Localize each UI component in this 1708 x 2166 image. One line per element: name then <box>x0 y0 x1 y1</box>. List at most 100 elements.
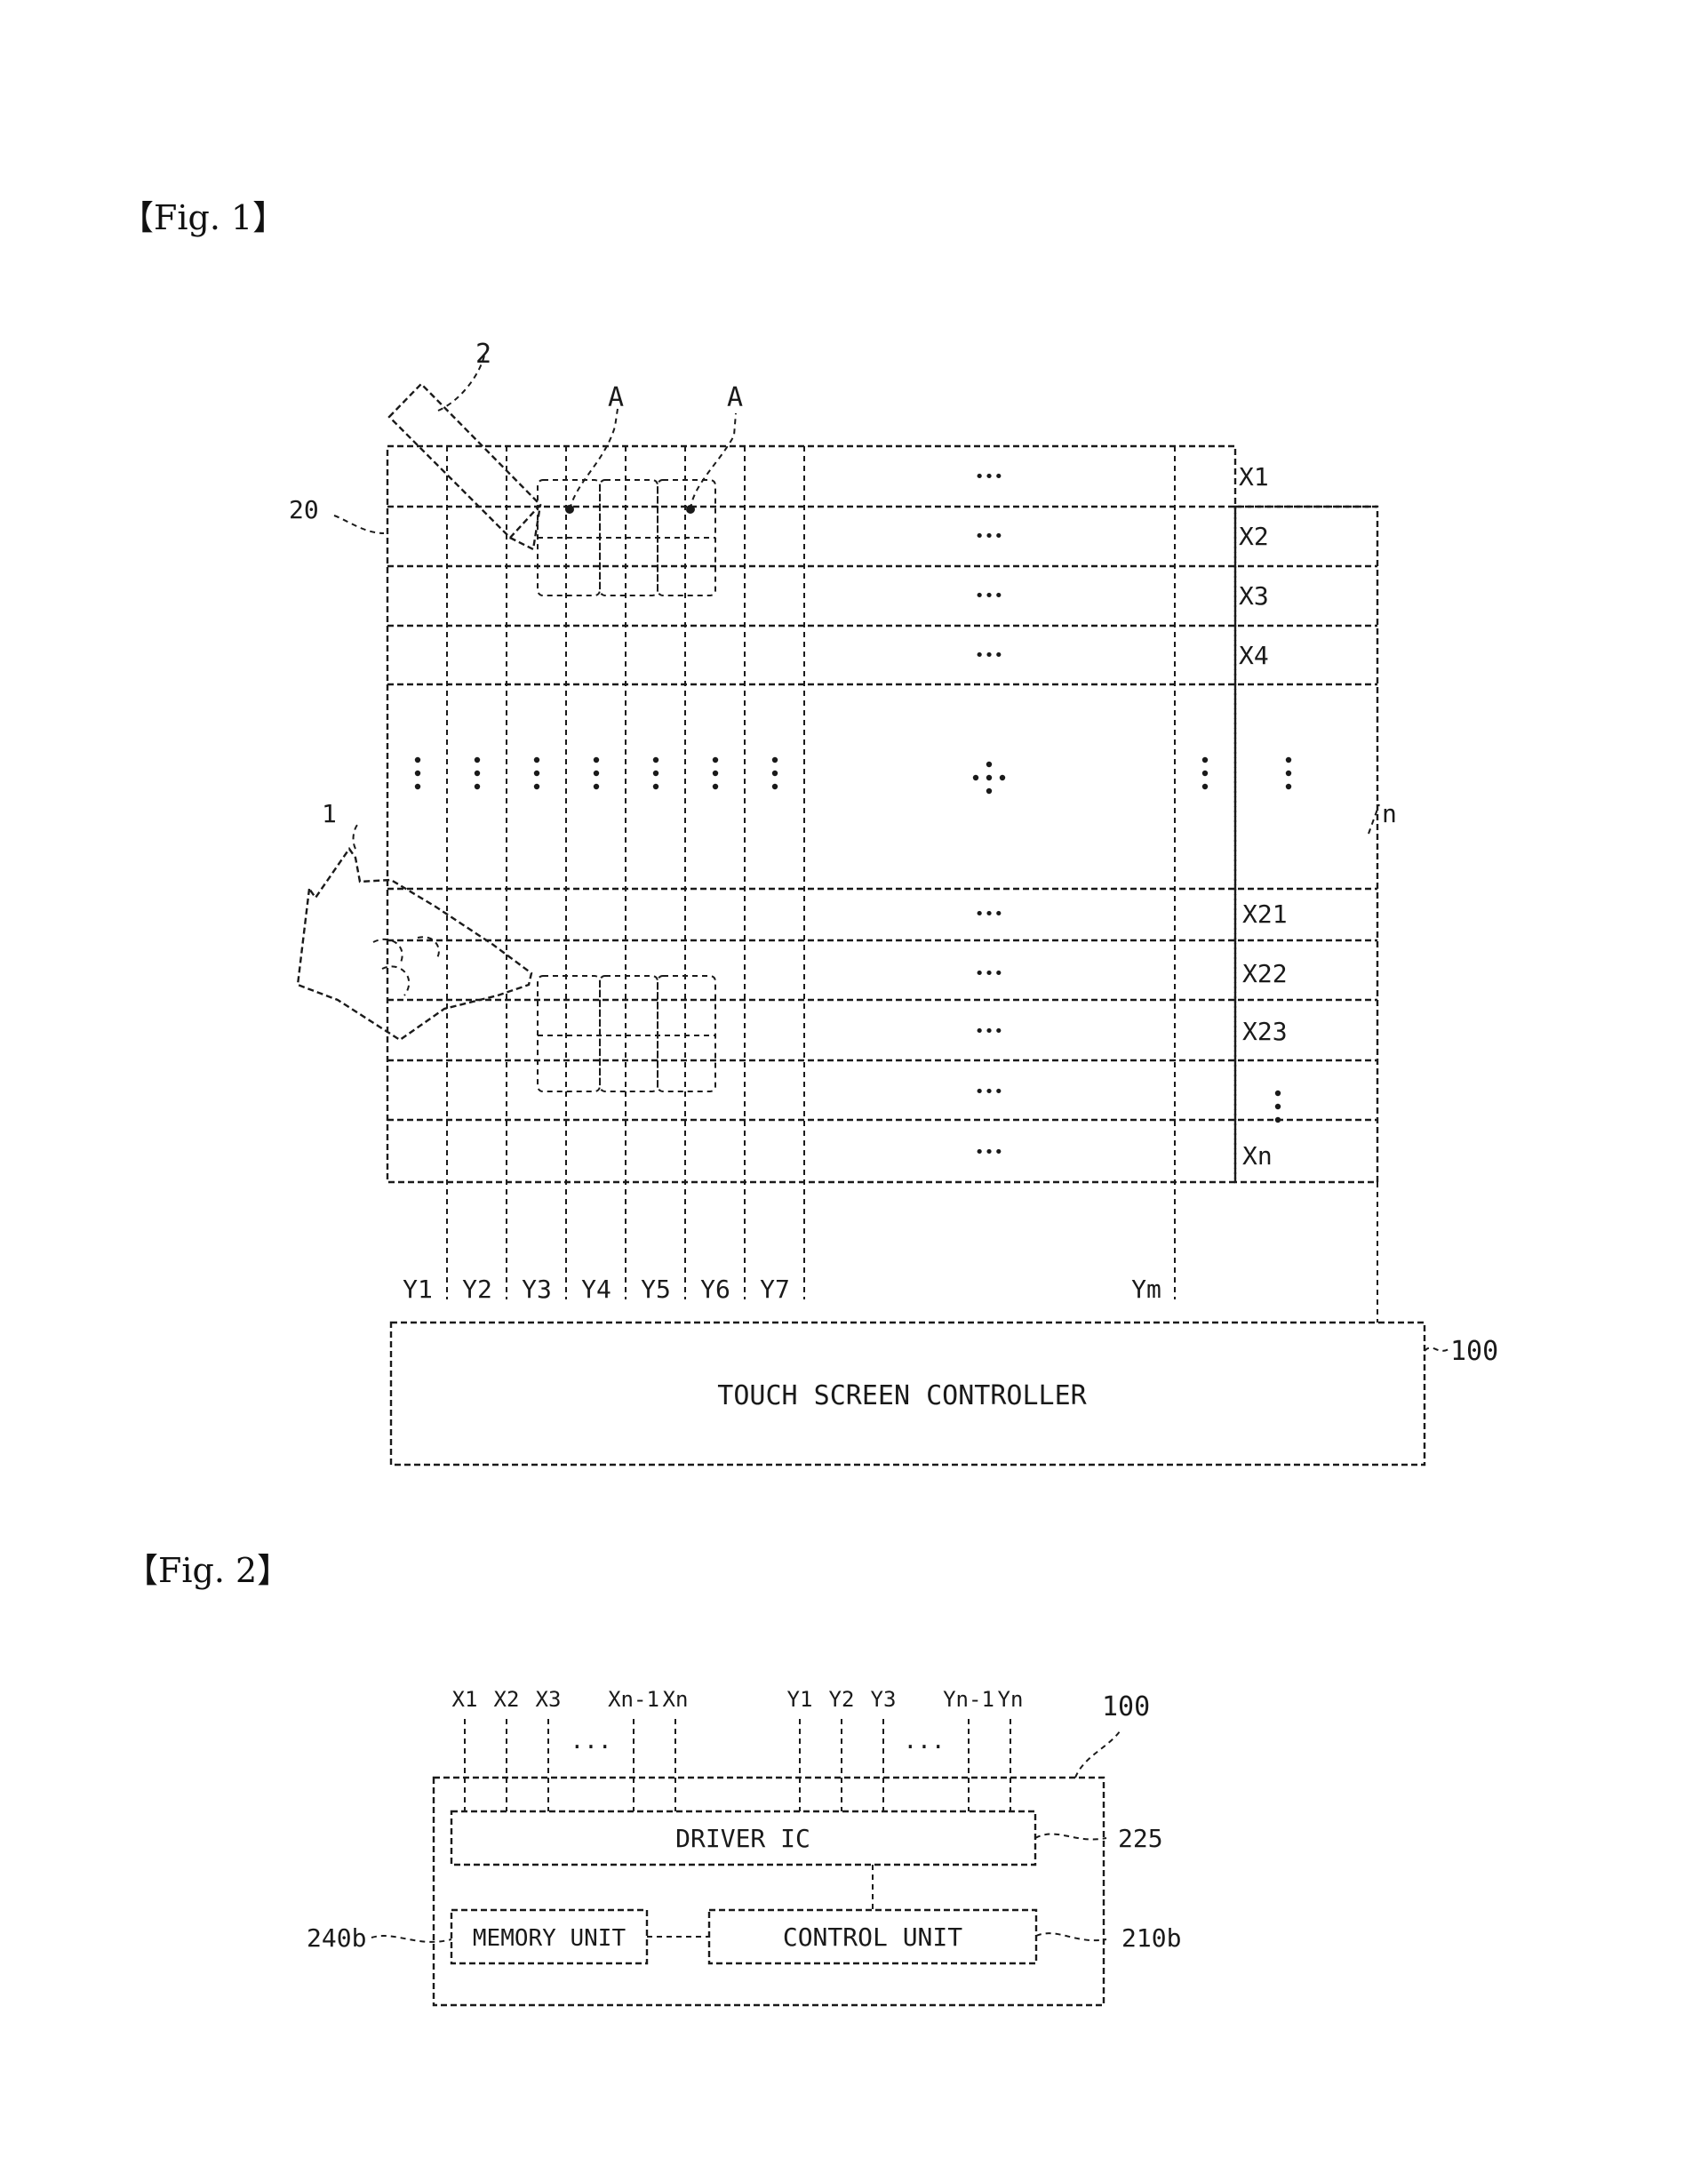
panel-ref: 20 <box>289 495 319 524</box>
y-line-label: Y6 <box>700 1275 730 1304</box>
sensing-zone <box>537 975 601 1092</box>
x-input-label: Xn <box>663 1687 689 1712</box>
ellipsis-dot <box>1201 783 1209 790</box>
ellipsis-dot <box>474 756 481 763</box>
control-unit-label: CONTROL UNIT <box>783 1922 962 1952</box>
input-ellipsis: ... <box>904 1728 946 1754</box>
x-line-label: X1 <box>1239 462 1269 492</box>
ellipsis-dot <box>652 756 659 763</box>
x-input-label: X2 <box>494 1687 520 1712</box>
sensing-zone <box>657 975 716 1092</box>
x-line-label: X3 <box>1239 581 1269 611</box>
ellipsis-h: ••• <box>975 1083 1004 1101</box>
ellipsis-dot <box>972 774 979 781</box>
ellipsis-dot <box>474 770 481 777</box>
ellipsis-h: ••• <box>975 964 1004 983</box>
ellipsis-dot <box>533 770 540 777</box>
ellipsis-dot <box>1201 756 1209 763</box>
y-input-label: Y2 <box>829 1687 855 1712</box>
ellipsis-dot <box>414 756 421 763</box>
ellipsis-dot <box>712 783 719 790</box>
input-ellipsis: ... <box>571 1728 612 1754</box>
y-input-label: Y1 <box>787 1687 813 1712</box>
y-line-label: Y4 <box>581 1275 611 1304</box>
fig2-title: 【Fig. 2】 <box>124 1551 291 1590</box>
ellipsis-dot <box>1274 1090 1281 1097</box>
y-line-label: Y3 <box>522 1275 552 1304</box>
finger-icon: 1 <box>296 799 533 1042</box>
memory-unit-ref: 240b <box>307 1923 366 1953</box>
touch-point-a1 <box>565 505 574 514</box>
y-input-label: Y3 <box>871 1687 897 1712</box>
x-input-label: Xn-1 <box>608 1687 659 1712</box>
x-line-label: X2 <box>1239 522 1269 551</box>
ellipsis-dot <box>533 756 540 763</box>
ellipsis-dot <box>652 783 659 790</box>
driver-ic-ref: 225 <box>1118 1824 1163 1853</box>
y-line-label: Y5 <box>641 1275 671 1304</box>
touch-point-a2 <box>686 505 695 514</box>
ellipsis-dot <box>986 774 993 781</box>
ellipsis-dot <box>771 756 778 763</box>
ellipsis-dot <box>533 783 540 790</box>
ellipsis-dot <box>474 783 481 790</box>
ellipsis-dot <box>593 770 600 777</box>
stylus-ref: 2 <box>475 339 491 370</box>
sensing-zone <box>599 975 658 1092</box>
x-input-label: X1 <box>452 1687 478 1712</box>
ellipsis-h: ••• <box>975 905 1004 923</box>
n-ref: n <box>1382 799 1397 828</box>
ellipsis-h: ••• <box>975 1022 1004 1041</box>
ellipsis-dot <box>593 756 600 763</box>
ellipsis-h: ••• <box>975 1143 1004 1162</box>
ellipsis-h: ••• <box>975 468 1004 486</box>
ellipsis-dot <box>1201 770 1209 777</box>
ellipsis-dot <box>712 756 719 763</box>
ellipsis-dot <box>593 783 600 790</box>
finger-ref: 1 <box>322 799 337 828</box>
ellipsis-dot <box>999 774 1006 781</box>
touch-point-markers: A A <box>565 382 743 514</box>
fig1-title: 【Fig. 1】 <box>120 198 286 237</box>
point-label-a1: A <box>608 382 624 413</box>
ellipsis-dot <box>771 770 778 777</box>
stylus-icon: 2 <box>387 339 542 551</box>
ellipsis-h: ••• <box>975 587 1004 605</box>
x-line-label: X22 <box>1242 959 1288 988</box>
control-unit-ref: 210b <box>1121 1923 1181 1953</box>
touch-panel-outline <box>386 444 1237 1184</box>
y-line-label: Ym <box>1131 1275 1161 1304</box>
ellipsis-dot <box>1285 756 1292 763</box>
fig1-grid: X1 X2 X3 X4 X21 X22 X23 Xn Y1 Y2 Y3 Y4 Y5 Y6 Y7 Ym ••• ••… <box>386 444 1379 1323</box>
controller-label: TOUCH SCREEN CONTROLLER <box>717 1380 1087 1411</box>
x-line-label: X23 <box>1242 1017 1288 1046</box>
memory-unit-label: MEMORY UNIT <box>473 1925 627 1952</box>
y-input-label: Yn-1 <box>943 1687 994 1712</box>
ellipsis-dot <box>986 761 993 768</box>
patent-drawing: 【Fig. 1】 X1X2X3X4X21X22X23XnY1 Y2 Y3 Y4 Y5 Y6… <box>120 198 1498 2007</box>
ellipsis-dot <box>414 770 421 777</box>
controller-ref: 100 <box>1450 1336 1498 1367</box>
ellipsis-dot <box>1285 770 1292 777</box>
x-input-label: X3 <box>536 1687 562 1712</box>
driver-ic-label: DRIVER IC <box>675 1824 810 1853</box>
y-line-label: Y1 <box>403 1275 433 1304</box>
y-line-label: Y7 <box>760 1275 790 1304</box>
x-line-label: X4 <box>1239 641 1269 670</box>
ellipsis-dot <box>712 770 719 777</box>
x-line-label: X21 <box>1242 899 1288 929</box>
ellipsis-dot <box>414 783 421 790</box>
ellipsis-dot <box>652 770 659 777</box>
ellipsis-dot <box>986 787 993 795</box>
ellipsis-h: ••• <box>975 527 1004 546</box>
y-input-label: Yn <box>998 1687 1024 1712</box>
ellipsis-h: ••• <box>975 646 1004 665</box>
block-ref: 100 <box>1102 1691 1150 1722</box>
point-label-a2: A <box>727 382 743 413</box>
ellipsis-dot <box>1274 1116 1281 1123</box>
ellipsis-dot <box>1274 1103 1281 1110</box>
y-line-label: Y2 <box>462 1275 492 1304</box>
x-line-label: Xn <box>1242 1141 1273 1171</box>
fig2-input-lines: X1 X2 X3 Xn-1 Xn Y1 Y2 Y3 Yn-1 Yn...... <box>452 1687 1024 1811</box>
ellipsis-dot <box>771 783 778 790</box>
